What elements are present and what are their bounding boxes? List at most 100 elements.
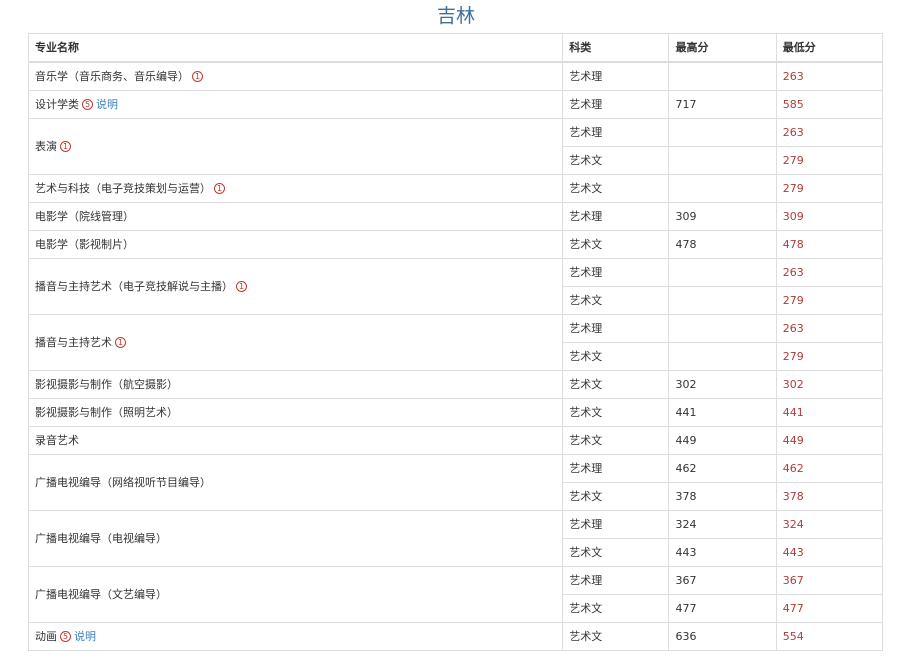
major-cell: 广播电视编导（电视编导） — [27, 510, 564, 567]
major-name: 广播电视编导（电视编导） — [35, 532, 167, 545]
note-link[interactable]: 说明 — [74, 630, 96, 643]
table-row: 录音艺术 艺术文 449 449 — [27, 426, 884, 455]
max-score-cell: 477 — [668, 594, 777, 623]
category-cell: 艺术理 — [562, 454, 670, 483]
max-score-cell — [668, 146, 777, 175]
major-cell: 播音与主持艺术（电子竞技解说与主播） 1 — [27, 258, 564, 315]
major-cell: 播音与主持艺术 1 — [27, 314, 564, 371]
max-score-cell — [668, 61, 777, 91]
table-row: 表演 1 艺术理 263 — [27, 118, 884, 175]
major-cell: 电影学（院线管理） — [27, 202, 564, 231]
major-cell: 录音艺术 — [27, 426, 564, 455]
max-score-cell — [668, 258, 777, 287]
table-row: 播音与主持艺术 1 艺术理 263 — [27, 314, 884, 371]
category-cell: 艺术文 — [562, 342, 670, 371]
major-name: 设计学类 — [35, 98, 79, 111]
max-score-cell — [668, 342, 777, 371]
header-major: 专业名称 — [27, 33, 564, 63]
major-cell: 音乐学（音乐商务、音乐编导） 1 — [27, 61, 564, 91]
major-name: 播音与主持艺术 — [35, 336, 112, 349]
table-row: 广播电视编导（文艺编导） 艺术理 367 367 — [27, 566, 884, 623]
major-name: 动画 — [35, 630, 57, 643]
max-score-cell: 478 — [668, 230, 777, 259]
category-cell: 艺术文 — [562, 398, 670, 427]
min-score-cell: 302 — [775, 370, 884, 399]
table-row: 广播电视编导（电视编导） 艺术理 324 324 — [27, 510, 884, 567]
category-cell: 艺术理 — [562, 510, 670, 539]
min-score-cell: 378 — [775, 482, 884, 511]
table-row: 艺术与科技（电子竞技策划与运营） 1 艺术文 279 — [27, 174, 884, 203]
max-score-cell: 309 — [668, 202, 777, 231]
category-cell: 艺术文 — [562, 622, 670, 651]
table-row: 动画 5 说明 艺术文 636 554 — [27, 622, 884, 651]
max-score-cell — [668, 174, 777, 203]
min-score-cell: 477 — [775, 594, 884, 623]
category-cell: 艺术文 — [562, 286, 670, 315]
category-cell: 艺术文 — [562, 230, 670, 259]
category-cell: 艺术理 — [562, 258, 670, 287]
major-cell: 广播电视编导（文艺编导） — [27, 566, 564, 623]
page-title: 吉林 — [436, 5, 475, 27]
table-row: 影视摄影与制作（照明艺术） 艺术文 441 441 — [27, 398, 884, 427]
max-score-cell: 302 — [668, 370, 777, 399]
max-score-cell: 367 — [668, 566, 777, 595]
min-score-cell: 263 — [775, 314, 884, 343]
note-marker-icon: 1 — [115, 337, 126, 348]
category-cell: 艺术文 — [562, 594, 670, 623]
table-row: 设计学类 5 说明 艺术理 717 585 — [27, 90, 884, 119]
max-score-cell: 441 — [668, 398, 777, 427]
major-name: 广播电视编导（网络视听节目编导） — [35, 476, 211, 489]
table-row: 广播电视编导（网络视听节目编导） 艺术理 462 462 — [27, 454, 884, 511]
min-score-cell: 585 — [775, 90, 884, 119]
table-header: 专业名称 科类 最高分 最低分 — [27, 33, 884, 63]
major-cell: 影视摄影与制作（照明艺术） — [27, 398, 564, 427]
major-cell: 表演 1 — [27, 118, 564, 175]
note-marker-icon: 1 — [60, 141, 71, 152]
min-score-cell: 478 — [775, 230, 884, 259]
min-score-cell: 263 — [775, 258, 884, 287]
major-name: 电影学（院线管理） — [35, 210, 134, 223]
table-body: 音乐学（音乐商务、音乐编导） 1 艺术理 263 设计学类 5 说明 艺术理 717 585 表演 1… — [27, 61, 884, 651]
major-name: 播音与主持艺术（电子竞技解说与主播） — [35, 280, 233, 293]
note-marker-icon: 5 — [82, 99, 93, 110]
min-score-cell: 449 — [775, 426, 884, 455]
major-name: 广播电视编导（文艺编导） — [35, 588, 167, 601]
header-row: 专业名称 科类 最高分 最低分 — [27, 33, 884, 63]
header-min-score: 最低分 — [775, 33, 884, 63]
major-cell: 设计学类 5 说明 — [27, 90, 564, 119]
major-cell: 动画 5 说明 — [27, 622, 564, 651]
min-score-cell: 279 — [775, 286, 884, 315]
header-max-score: 最高分 — [668, 33, 777, 63]
major-name: 录音艺术 — [35, 434, 79, 447]
note-marker-icon: 1 — [192, 71, 203, 82]
max-score-cell: 443 — [668, 538, 777, 567]
min-score-cell: 554 — [775, 622, 884, 651]
category-cell: 艺术文 — [562, 174, 670, 203]
table-row: 电影学（院线管理） 艺术理 309 309 — [27, 202, 884, 231]
table-row: 播音与主持艺术（电子竞技解说与主播） 1 艺术理 263 — [27, 258, 884, 315]
major-cell: 艺术与科技（电子竞技策划与运营） 1 — [27, 174, 564, 203]
min-score-cell: 309 — [775, 202, 884, 231]
note-marker-icon: 1 — [236, 281, 247, 292]
max-score-cell: 324 — [668, 510, 777, 539]
category-cell: 艺术文 — [562, 370, 670, 399]
min-score-cell: 279 — [775, 174, 884, 203]
note-link[interactable]: 说明 — [96, 98, 118, 111]
max-score-cell — [668, 314, 777, 343]
min-score-cell: 367 — [775, 566, 884, 595]
max-score-cell — [668, 286, 777, 315]
major-cell: 电影学（影视制片） — [27, 230, 564, 259]
major-name: 电影学（影视制片） — [35, 238, 134, 251]
min-score-cell: 263 — [775, 61, 884, 91]
category-cell: 艺术理 — [562, 202, 670, 231]
category-cell: 艺术理 — [562, 566, 670, 595]
major-name: 影视摄影与制作（照明艺术） — [35, 406, 178, 419]
major-name: 影视摄影与制作（航空摄影） — [35, 378, 178, 391]
table-row: 音乐学（音乐商务、音乐编导） 1 艺术理 263 — [27, 61, 884, 91]
note-marker-icon: 1 — [214, 183, 225, 194]
max-score-cell: 449 — [668, 426, 777, 455]
min-score-cell: 443 — [775, 538, 884, 567]
major-cell: 影视摄影与制作（航空摄影） — [27, 370, 564, 399]
max-score-cell: 636 — [668, 622, 777, 651]
category-cell: 艺术文 — [562, 538, 670, 567]
